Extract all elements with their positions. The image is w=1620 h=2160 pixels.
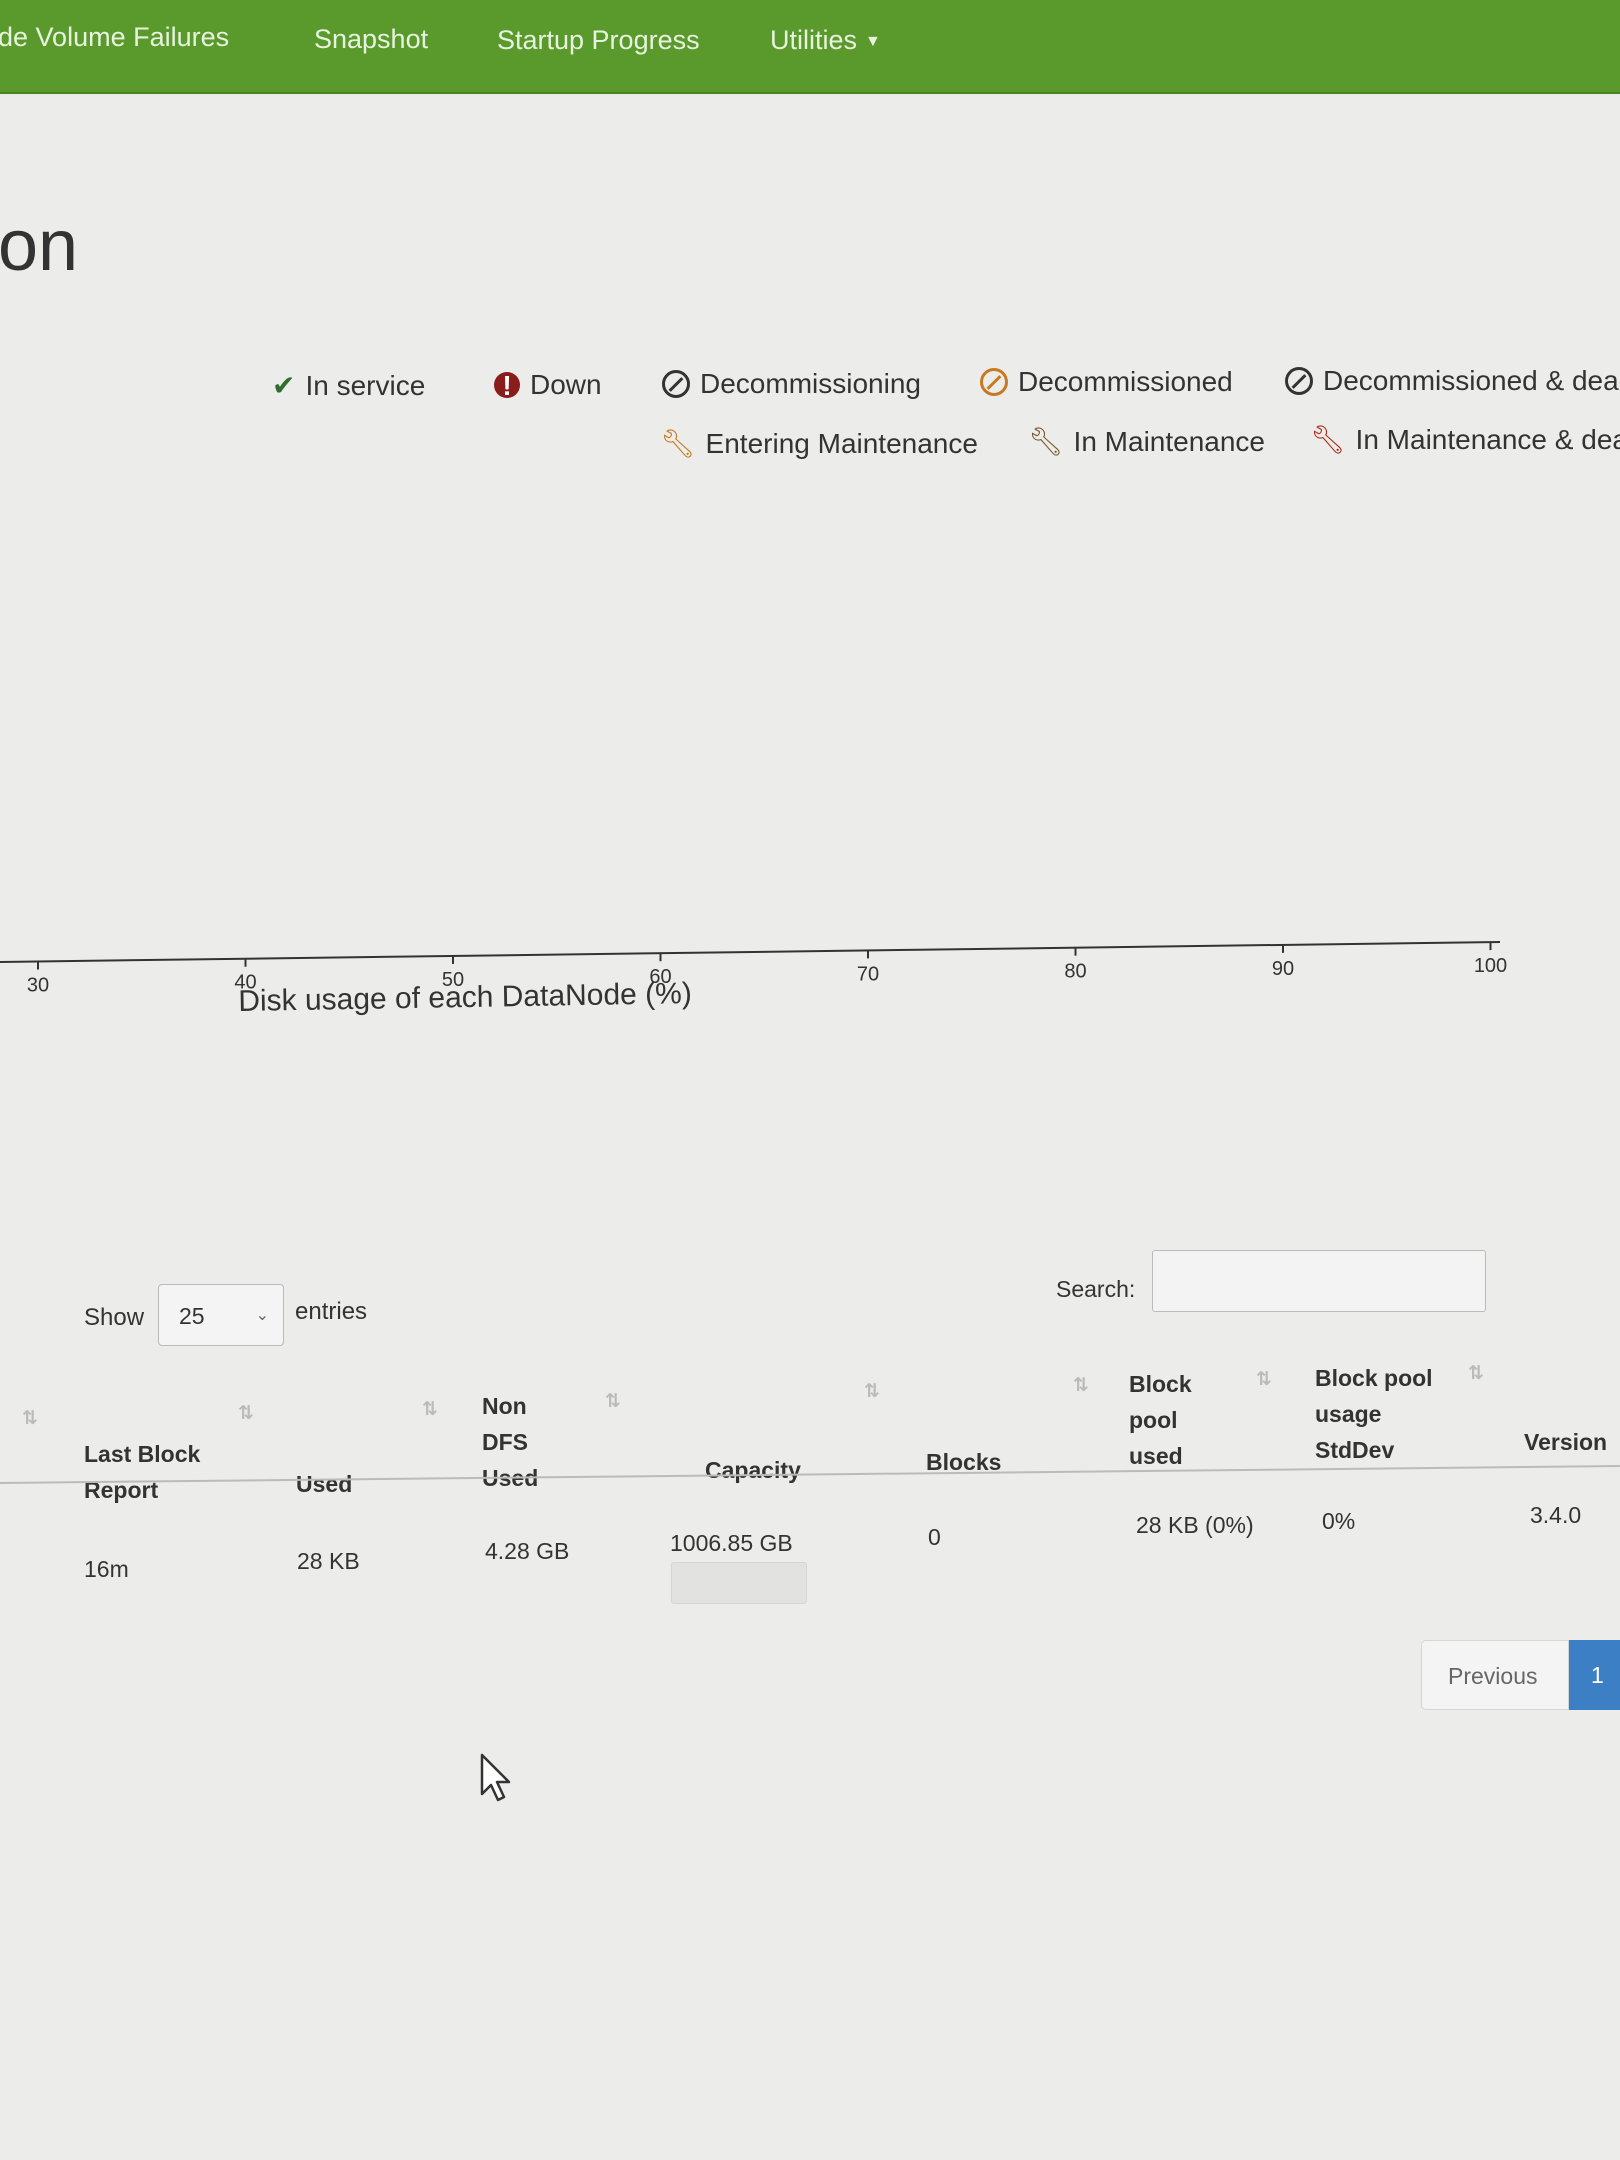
header-line: Non bbox=[482, 1393, 527, 1419]
header-blocks[interactable]: Blocks bbox=[926, 1444, 1001, 1480]
axis-tick-label: 80 bbox=[1064, 961, 1086, 983]
page-title: on bbox=[0, 206, 79, 286]
sort-icon[interactable]: ⇅ bbox=[1073, 1374, 1089, 1397]
header-line: used bbox=[1129, 1443, 1183, 1469]
legend-label: In Maintenance bbox=[1073, 426, 1266, 457]
chevron-down-icon: ⌄ bbox=[255, 1307, 269, 1324]
header-line: StdDev bbox=[1315, 1437, 1395, 1463]
mouse-cursor-icon bbox=[480, 1753, 511, 1802]
wrench-icon: 🔧︎ bbox=[1028, 426, 1064, 457]
header-line: Last Block bbox=[84, 1441, 201, 1467]
entries-select-value: 25 bbox=[179, 1303, 205, 1329]
header-used[interactable]: Used bbox=[296, 1466, 352, 1502]
entries-label: entries bbox=[295, 1298, 368, 1325]
ban-icon bbox=[980, 368, 1008, 396]
search-label: Search: bbox=[1056, 1276, 1136, 1302]
legend-label: Decommissioned bbox=[1018, 366, 1233, 397]
nav-datanode-volume-failures[interactable]: de Volume Failures bbox=[0, 22, 229, 53]
cell-last-block-report: 16m bbox=[84, 1556, 129, 1582]
header-line: Used bbox=[296, 1471, 353, 1497]
nav-startup-progress[interactable]: Startup Progress bbox=[497, 25, 700, 56]
sort-icon[interactable]: ⇅ bbox=[422, 1398, 438, 1421]
cell-block-pool-stddev: 0% bbox=[1322, 1508, 1356, 1534]
legend-label: Down bbox=[530, 369, 602, 400]
sort-icon[interactable]: ⇅ bbox=[864, 1380, 880, 1403]
legend-down: ! Down bbox=[494, 369, 602, 401]
top-navbar: de Volume Failures Snapshot Startup Prog… bbox=[0, 0, 1620, 94]
exclamation-circle-icon: ! bbox=[494, 372, 520, 400]
header-line: Report bbox=[84, 1477, 159, 1503]
header-line: pool bbox=[1129, 1407, 1178, 1433]
nav-utilities-label: Utilities bbox=[770, 25, 858, 55]
caret-down-icon: ▼ bbox=[865, 32, 881, 50]
axis-tick-label: 90 bbox=[1272, 958, 1294, 980]
nav-snapshot[interactable]: Snapshot bbox=[314, 24, 428, 55]
cell-block-pool-used: 28 KB (0%) bbox=[1136, 1512, 1254, 1538]
sort-icon[interactable]: ⇅ bbox=[1256, 1368, 1272, 1391]
legend-label: In Maintenance & dead bbox=[1355, 424, 1620, 455]
legend-in-maintenance: 🔧︎ In Maintenance bbox=[1028, 426, 1265, 458]
header-line: Block bbox=[1129, 1371, 1192, 1397]
legend-in-maintenance-dead: 🔧︎ In Maintenance & dead bbox=[1310, 424, 1620, 456]
header-block-pool-stddev[interactable]: Block pool usage StdDev bbox=[1315, 1360, 1433, 1468]
axis-title: Disk usage of each DataNode (%) bbox=[238, 977, 693, 1018]
header-block-pool-used[interactable]: Block pool used bbox=[1129, 1366, 1192, 1474]
ban-icon bbox=[662, 370, 690, 398]
legend-label: Decommissioned & dead bbox=[1323, 365, 1620, 396]
header-last-block-report[interactable]: Last Block Report bbox=[84, 1436, 200, 1508]
legend-label: In service bbox=[305, 370, 426, 401]
legend-label: Entering Maintenance bbox=[705, 428, 978, 459]
nav-utilities[interactable]: Utilities ▼ bbox=[770, 25, 881, 56]
cell-capacity: 1006.85 GB bbox=[670, 1530, 793, 1556]
header-line: Blocks bbox=[926, 1449, 1002, 1475]
cell-blocks: 0 bbox=[928, 1524, 941, 1550]
ban-icon bbox=[1285, 367, 1313, 395]
show-label: Show bbox=[84, 1304, 145, 1331]
search-input[interactable] bbox=[1152, 1250, 1486, 1312]
cell-non-dfs-used: 4.28 GB bbox=[485, 1538, 570, 1564]
capacity-usage-bar bbox=[671, 1562, 807, 1604]
wrench-icon: 🔧︎ bbox=[1310, 424, 1346, 455]
cell-version: 3.4.0 bbox=[1530, 1502, 1582, 1528]
sort-icon[interactable]: ⇅ bbox=[1468, 1362, 1484, 1385]
header-line: usage bbox=[1315, 1401, 1382, 1427]
header-capacity[interactable]: Capacity bbox=[705, 1452, 801, 1488]
axis-tick-label: 30 bbox=[27, 974, 49, 996]
sort-icon[interactable]: ⇅ bbox=[605, 1390, 621, 1413]
sort-icon[interactable]: ⇅ bbox=[238, 1402, 254, 1425]
header-line: Version bbox=[1524, 1429, 1608, 1455]
cell-used: 28 KB bbox=[297, 1548, 360, 1574]
legend-in-service: ✔ In service bbox=[272, 370, 425, 402]
legend-decommissioned: Decommissioned bbox=[980, 366, 1233, 398]
axis-tick-label: 70 bbox=[857, 963, 879, 985]
sort-icon[interactable]: ⇅ bbox=[22, 1407, 38, 1430]
header-version[interactable]: Version bbox=[1524, 1424, 1607, 1460]
pagination-previous-button[interactable]: Previous bbox=[1421, 1640, 1569, 1710]
header-line: DFS bbox=[482, 1429, 528, 1455]
header-line: Block pool bbox=[1315, 1365, 1433, 1391]
legend-decommissioning: Decommissioning bbox=[662, 368, 921, 400]
header-non-dfs-used[interactable]: Non DFS Used bbox=[482, 1388, 538, 1496]
wrench-icon: 🔧︎ bbox=[660, 428, 696, 459]
pagination-page-1[interactable]: 1 bbox=[1569, 1640, 1620, 1710]
entries-select[interactable]: 25 ⌄ bbox=[158, 1284, 284, 1346]
legend-decommissioned-dead: Decommissioned & dead bbox=[1285, 365, 1620, 397]
legend-entering-maintenance: 🔧︎ Entering Maintenance bbox=[660, 428, 978, 460]
legend-label: Decommissioning bbox=[700, 368, 921, 399]
axis-tick-label: 100 bbox=[1474, 955, 1507, 977]
header-line: Capacity bbox=[705, 1457, 801, 1483]
check-icon: ✔ bbox=[272, 370, 296, 401]
table-header-divider bbox=[0, 1465, 1620, 1484]
